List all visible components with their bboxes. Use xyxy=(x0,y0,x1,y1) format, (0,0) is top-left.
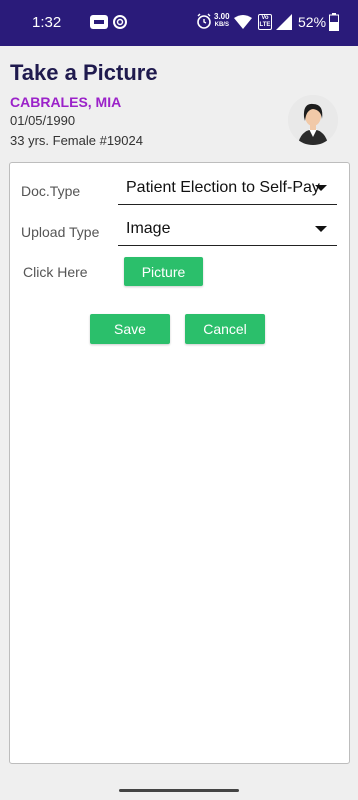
speed-unit: KB/S xyxy=(214,22,229,28)
gesture-nav-handle[interactable] xyxy=(119,789,239,792)
c-app-icon xyxy=(112,14,128,30)
upload-type-value: Image xyxy=(126,220,171,237)
click-here-label: Click Here xyxy=(23,264,88,280)
avatar-icon xyxy=(288,95,338,145)
patient-info: 33 yrs. Female #19024 xyxy=(10,133,143,148)
doc-type-select[interactable]: Patient Election to Self-Pay xyxy=(118,175,337,205)
battery-icon xyxy=(329,13,339,31)
upload-card: Doc.Type Patient Election to Self-Pay Up… xyxy=(9,162,350,764)
lte-bottom: LTE xyxy=(259,22,271,28)
wifi-icon xyxy=(234,15,252,29)
signal-icon xyxy=(276,14,292,30)
caret-down-icon xyxy=(315,185,327,191)
network-speed: 3.00 KB/S xyxy=(214,13,230,29)
save-button[interactable]: Save xyxy=(90,314,170,344)
lte-top: Vo xyxy=(261,15,269,21)
patient-dob: 01/05/1990 xyxy=(10,113,76,128)
alarm-icon xyxy=(196,13,212,29)
patient-name: CABRALES, MIA xyxy=(10,94,122,110)
picture-button[interactable]: Picture xyxy=(124,257,203,286)
upload-type-select[interactable]: Image xyxy=(118,216,337,246)
upload-type-label: Upload Type xyxy=(21,224,100,240)
cancel-button[interactable]: Cancel xyxy=(185,314,265,344)
doc-type-label: Doc.Type xyxy=(21,183,81,199)
doc-type-value: Patient Election to Self-Pay xyxy=(126,179,320,196)
page-title: Take a Picture xyxy=(10,60,158,85)
lte-badge: Vo LTE xyxy=(258,14,272,30)
status-time: 1:32 xyxy=(32,14,62,31)
speed-value: 3.00 xyxy=(214,12,230,21)
status-bar: 1:32 3.00 KB/S Vo LTE 52% xyxy=(0,0,358,46)
battery-percent: 52% xyxy=(298,14,327,30)
sim-icon xyxy=(90,15,108,29)
caret-down-icon xyxy=(315,226,327,232)
